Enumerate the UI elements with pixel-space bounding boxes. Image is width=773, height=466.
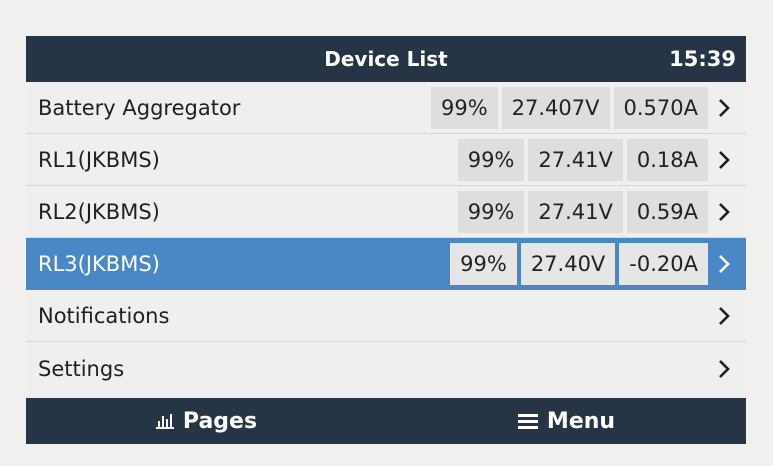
chevron-right-icon — [712, 357, 736, 381]
list-item-rl2[interactable]: RL2(JKBMS) 99% 27.41V 0.59A — [26, 186, 746, 238]
list-item-label: RL1(JKBMS) — [38, 147, 160, 172]
chevron-right-icon — [712, 252, 736, 276]
device-list-screen: Device List 15:39 Battery Aggregator 99%… — [26, 36, 746, 444]
chevron-right-icon — [712, 96, 736, 120]
current-value: 0.59A — [626, 190, 708, 233]
menu-button[interactable]: Menu — [386, 398, 746, 444]
device-list: Battery Aggregator 99% 27.407V 0.570A RL… — [26, 82, 746, 398]
list-item-battery-aggregator[interactable]: Battery Aggregator 99% 27.407V 0.570A — [26, 82, 746, 134]
voltage-value: 27.41V — [528, 138, 623, 181]
chevron-right-icon — [712, 200, 736, 224]
bar-chart-icon — [155, 412, 175, 430]
soc-value: 99% — [457, 138, 525, 181]
chevron-right-icon — [712, 148, 736, 172]
soc-value: 99% — [450, 242, 517, 285]
soc-value: 99% — [430, 86, 498, 129]
list-item-settings[interactable]: Settings — [26, 342, 746, 396]
voltage-value: 27.41V — [528, 190, 623, 233]
list-item-label: Battery Aggregator — [38, 95, 241, 120]
list-item-label: Settings — [38, 357, 125, 381]
voltage-value: 27.407V — [501, 86, 610, 129]
clock: 15:39 — [669, 47, 736, 71]
footer-bar: Pages Menu — [26, 398, 746, 444]
page-title: Device List — [324, 47, 448, 71]
current-value: -0.20A — [619, 242, 708, 285]
header-bar: Device List 15:39 — [26, 36, 746, 82]
list-item-rl1[interactable]: RL1(JKBMS) 99% 27.41V 0.18A — [26, 134, 746, 186]
soc-value: 99% — [457, 190, 525, 233]
hamburger-icon — [517, 412, 539, 430]
chevron-right-icon — [712, 304, 736, 328]
list-item-label: RL2(JKBMS) — [38, 199, 160, 224]
voltage-value: 27.40V — [520, 242, 616, 285]
current-value: 0.570A — [613, 86, 708, 129]
current-value: 0.18A — [626, 138, 708, 181]
pages-label: Pages — [182, 408, 258, 434]
list-item-rl3[interactable]: RL3(JKBMS) 99% 27.40V -0.20A — [26, 238, 746, 290]
list-item-label: RL3(JKBMS) — [38, 251, 160, 276]
list-item-notifications[interactable]: Notifications — [26, 290, 746, 342]
pages-button[interactable]: Pages — [26, 398, 386, 444]
menu-label: Menu — [546, 408, 616, 434]
list-item-label: Notifications — [38, 303, 170, 328]
